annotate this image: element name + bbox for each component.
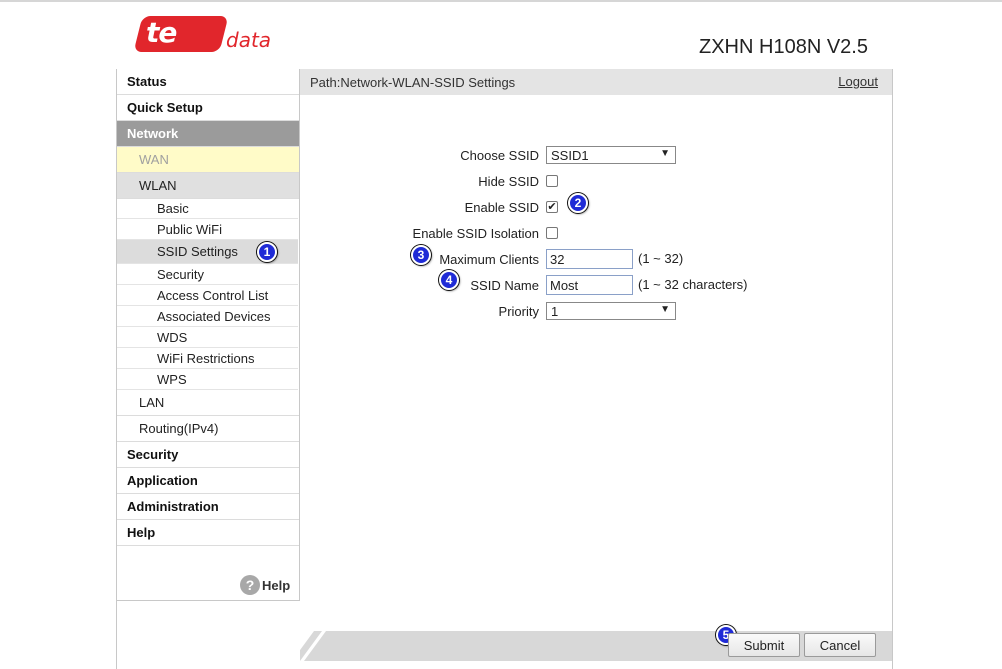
help-link[interactable]: ? Help [240,575,290,595]
menu-help[interactable]: Help [117,520,299,546]
ssid-isolation-label: Enable SSID Isolation [412,226,539,241]
enable-ssid-label: Enable SSID [464,200,539,215]
ssid-name-input[interactable]: Most [546,275,633,295]
max-clients-hint: (1 ~ 32) [638,251,684,266]
menu-quick-setup[interactable]: Quick Setup [117,95,299,121]
device-model: ZXHN H108N V2.5 [699,36,868,58]
menu-wlan-basic[interactable]: Basic [117,198,298,219]
dropdown-arrow-icon: ▼ [660,148,670,159]
ssid-name-hint: (1 ~ 32 characters) [638,277,748,292]
submit-button[interactable]: Submit [728,633,800,657]
te-data-logo: te data [133,14,278,54]
menu-wan[interactable]: WAN [117,147,299,173]
hide-ssid-label: Hide SSID [478,174,539,189]
breadcrumb-text: Path:Network-WLAN-SSID Settings [310,74,516,90]
menu-network[interactable]: Network [117,121,299,147]
question-icon: ? [240,575,260,595]
menu-wlan-associated-devices[interactable]: Associated Devices [117,306,298,327]
menu-application[interactable]: Application [117,468,299,494]
check-icon: ✔ [547,201,557,213]
enable-ssid-checkbox[interactable]: ✔ [546,201,558,213]
menu-wlan-security[interactable]: Security [117,264,298,285]
menu-security[interactable]: Security [117,442,299,468]
ssid-isolation-checkbox[interactable] [546,227,558,239]
help-link-label: Help [262,577,291,593]
ssid-name-label: SSID Name [470,278,539,293]
logout-link[interactable]: Logout [838,74,878,89]
menu-lan[interactable]: LAN [117,390,299,416]
max-clients-input[interactable]: 32 [546,249,633,269]
priority-label: Priority [498,304,539,319]
menu-wlan-wds[interactable]: WDS [117,327,298,348]
menu-wlan-wifi-restrictions[interactable]: WiFi Restrictions [117,348,298,369]
logo-suffix: data [226,28,272,52]
menu-wlan-wps[interactable]: WPS [117,369,298,390]
dropdown-arrow-icon: ▼ [660,304,670,315]
top-border [0,0,1002,2]
hide-ssid-checkbox[interactable] [546,175,558,187]
breadcrumb: Path:Network-WLAN-SSID Settings Logout [300,69,892,95]
annotation-badge-1: 1 [257,242,277,262]
priority-select[interactable]: 1 ▼ [546,302,676,320]
menu-routing-ipv4[interactable]: Routing(IPv4) [117,416,299,442]
menu-status[interactable]: Status [117,69,299,95]
menu-wlan[interactable]: WLAN [117,173,299,199]
menu-wlan-access-control-list[interactable]: Access Control List [117,285,298,306]
cancel-button[interactable]: Cancel [804,633,876,657]
menu-administration[interactable]: Administration [117,494,299,520]
menu-wlan-public-wifi[interactable]: Public WiFi [117,219,298,240]
choose-ssid-label: Choose SSID [460,148,539,163]
logo-text: te [146,16,177,49]
max-clients-label: Maximum Clients [439,252,539,267]
choose-ssid-select[interactable]: SSID1 ▼ [546,146,676,164]
choose-ssid-value: SSID1 [551,147,589,163]
annotation-badge-2: 2 [568,193,588,213]
priority-value: 1 [551,303,559,319]
